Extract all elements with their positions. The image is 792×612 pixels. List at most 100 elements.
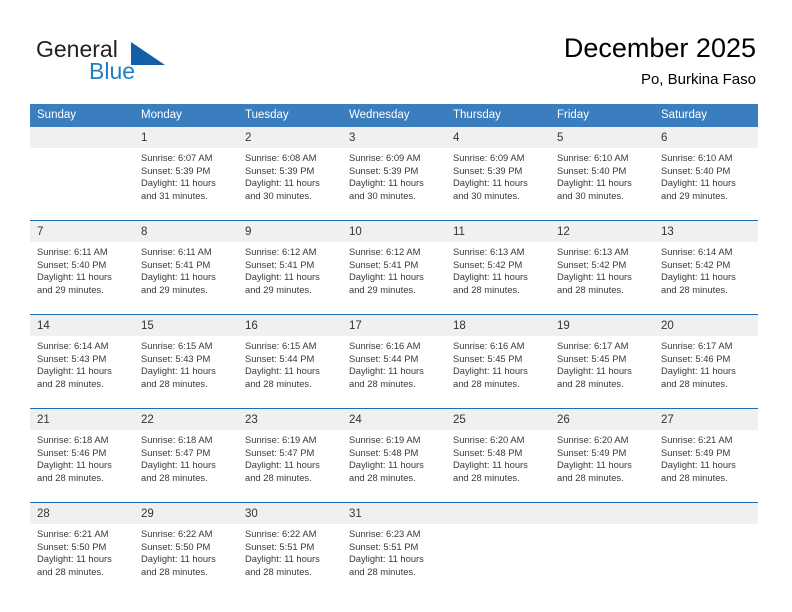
- day-cell[interactable]: Sunrise: 6:08 AM Sunset: 5:39 PM Dayligh…: [238, 148, 342, 220]
- day-cell[interactable]: Sunrise: 6:13 AM Sunset: 5:42 PM Dayligh…: [446, 242, 550, 314]
- daylight-text-line2: and 28 minutes.: [37, 377, 104, 389]
- day-cell[interactable]: Sunrise: 6:11 AM Sunset: 5:41 PM Dayligh…: [134, 242, 238, 314]
- daylight-text-line2: and 28 minutes.: [661, 471, 728, 483]
- day-cell[interactable]: Sunrise: 6:12 AM Sunset: 5:41 PM Dayligh…: [238, 242, 342, 314]
- day-cell[interactable]: Sunrise: 6:09 AM Sunset: 5:39 PM Dayligh…: [342, 148, 446, 220]
- day-number[interactable]: 17: [342, 315, 446, 336]
- daylight-text-line2: and 29 minutes.: [661, 189, 728, 201]
- day-cell[interactable]: Sunrise: 6:09 AM Sunset: 5:39 PM Dayligh…: [446, 148, 550, 220]
- general-blue-logo[interactable]: General Blue: [36, 36, 216, 86]
- sunrise-text: Sunrise: 6:23 AM: [349, 528, 421, 539]
- sunset-text: Sunset: 5:47 PM: [141, 446, 211, 458]
- day-number[interactable]: [30, 127, 134, 148]
- day-cell[interactable]: Sunrise: 6:16 AM Sunset: 5:44 PM Dayligh…: [342, 336, 446, 408]
- day-number[interactable]: 8: [134, 221, 238, 242]
- day-number[interactable]: 9: [238, 221, 342, 242]
- sunset-text: Sunset: 5:44 PM: [245, 352, 315, 364]
- day-cell[interactable]: Sunrise: 6:11 AM Sunset: 5:40 PM Dayligh…: [30, 242, 134, 314]
- day-number[interactable]: 5: [550, 127, 654, 148]
- day-number[interactable]: 26: [550, 409, 654, 430]
- day-cell[interactable]: [30, 148, 134, 220]
- sunset-text: Sunset: 5:42 PM: [661, 258, 731, 270]
- day-number[interactable]: 21: [30, 409, 134, 430]
- day-number[interactable]: 16: [238, 315, 342, 336]
- day-number[interactable]: 12: [550, 221, 654, 242]
- day-cell[interactable]: Sunrise: 6:20 AM Sunset: 5:49 PM Dayligh…: [550, 430, 654, 502]
- day-number[interactable]: 2: [238, 127, 342, 148]
- day-number[interactable]: 23: [238, 409, 342, 430]
- day-cell[interactable]: Sunrise: 6:22 AM Sunset: 5:51 PM Dayligh…: [238, 524, 342, 596]
- daylight-text-line2: and 28 minutes.: [453, 283, 520, 295]
- day-number[interactable]: 4: [446, 127, 550, 148]
- day-number[interactable]: 18: [446, 315, 550, 336]
- day-cell[interactable]: Sunrise: 6:10 AM Sunset: 5:40 PM Dayligh…: [550, 148, 654, 220]
- daylight-text-line1: Daylight: 11 hours: [349, 553, 424, 565]
- day-number[interactable]: 15: [134, 315, 238, 336]
- day-header-sunday: Sunday: [30, 104, 134, 127]
- day-cell[interactable]: Sunrise: 6:14 AM Sunset: 5:42 PM Dayligh…: [654, 242, 758, 314]
- week-row-details: Sunrise: 6:07 AM Sunset: 5:39 PM Dayligh…: [30, 148, 758, 220]
- sunrise-text: Sunrise: 6:11 AM: [37, 246, 108, 257]
- day-cell[interactable]: Sunrise: 6:17 AM Sunset: 5:46 PM Dayligh…: [654, 336, 758, 408]
- day-cell[interactable]: Sunrise: 6:20 AM Sunset: 5:48 PM Dayligh…: [446, 430, 550, 502]
- day-number[interactable]: 31: [342, 503, 446, 524]
- day-number[interactable]: 13: [654, 221, 758, 242]
- day-cell[interactable]: Sunrise: 6:22 AM Sunset: 5:50 PM Dayligh…: [134, 524, 238, 596]
- day-cell[interactable]: Sunrise: 6:21 AM Sunset: 5:50 PM Dayligh…: [30, 524, 134, 596]
- page-title: December 2025: [563, 33, 756, 63]
- day-cell[interactable]: Sunrise: 6:12 AM Sunset: 5:41 PM Dayligh…: [342, 242, 446, 314]
- sunrise-text: Sunrise: 6:17 AM: [557, 340, 629, 351]
- day-number[interactable]: 10: [342, 221, 446, 242]
- day-number[interactable]: [654, 503, 758, 524]
- sunrise-text: Sunrise: 6:15 AM: [245, 340, 317, 351]
- sunset-text: Sunset: 5:51 PM: [245, 540, 315, 552]
- day-number[interactable]: 7: [30, 221, 134, 242]
- day-cell[interactable]: [654, 524, 758, 596]
- day-cell[interactable]: Sunrise: 6:18 AM Sunset: 5:47 PM Dayligh…: [134, 430, 238, 502]
- day-cell[interactable]: Sunrise: 6:07 AM Sunset: 5:39 PM Dayligh…: [134, 148, 238, 220]
- day-number[interactable]: 20: [654, 315, 758, 336]
- daylight-text-line1: Daylight: 11 hours: [661, 365, 736, 377]
- day-number[interactable]: 25: [446, 409, 550, 430]
- week-row-daynumbers: 7 8 9 10 11 12 13: [30, 221, 758, 242]
- daylight-text-line1: Daylight: 11 hours: [141, 553, 216, 565]
- daylight-text-line1: Daylight: 11 hours: [661, 459, 736, 471]
- day-number[interactable]: 28: [30, 503, 134, 524]
- day-cell[interactable]: Sunrise: 6:13 AM Sunset: 5:42 PM Dayligh…: [550, 242, 654, 314]
- day-number[interactable]: [446, 503, 550, 524]
- sunset-text: Sunset: 5:42 PM: [453, 258, 523, 270]
- day-cell[interactable]: Sunrise: 6:10 AM Sunset: 5:40 PM Dayligh…: [654, 148, 758, 220]
- day-number[interactable]: [550, 503, 654, 524]
- sunset-text: Sunset: 5:45 PM: [557, 352, 627, 364]
- day-number[interactable]: 1: [134, 127, 238, 148]
- daylight-text-line2: and 31 minutes.: [141, 189, 208, 201]
- day-cell[interactable]: [446, 524, 550, 596]
- sunset-text: Sunset: 5:41 PM: [141, 258, 211, 270]
- day-number[interactable]: 6: [654, 127, 758, 148]
- day-cell[interactable]: Sunrise: 6:15 AM Sunset: 5:44 PM Dayligh…: [238, 336, 342, 408]
- day-cell[interactable]: Sunrise: 6:18 AM Sunset: 5:46 PM Dayligh…: [30, 430, 134, 502]
- day-number[interactable]: 27: [654, 409, 758, 430]
- daylight-text-line1: Daylight: 11 hours: [661, 271, 736, 283]
- day-cell[interactable]: Sunrise: 6:15 AM Sunset: 5:43 PM Dayligh…: [134, 336, 238, 408]
- day-cell[interactable]: Sunrise: 6:19 AM Sunset: 5:48 PM Dayligh…: [342, 430, 446, 502]
- day-number[interactable]: 29: [134, 503, 238, 524]
- day-number[interactable]: 30: [238, 503, 342, 524]
- day-cell[interactable]: [550, 524, 654, 596]
- day-cell[interactable]: Sunrise: 6:19 AM Sunset: 5:47 PM Dayligh…: [238, 430, 342, 502]
- day-number[interactable]: 22: [134, 409, 238, 430]
- day-cell[interactable]: Sunrise: 6:17 AM Sunset: 5:45 PM Dayligh…: [550, 336, 654, 408]
- day-number[interactable]: 14: [30, 315, 134, 336]
- day-cell[interactable]: Sunrise: 6:21 AM Sunset: 5:49 PM Dayligh…: [654, 430, 758, 502]
- day-cell[interactable]: Sunrise: 6:16 AM Sunset: 5:45 PM Dayligh…: [446, 336, 550, 408]
- daylight-text-line1: Daylight: 11 hours: [37, 459, 112, 471]
- sunrise-text: Sunrise: 6:13 AM: [557, 246, 629, 257]
- day-cell[interactable]: Sunrise: 6:23 AM Sunset: 5:51 PM Dayligh…: [342, 524, 446, 596]
- day-number[interactable]: 24: [342, 409, 446, 430]
- day-number[interactable]: 19: [550, 315, 654, 336]
- sunset-text: Sunset: 5:48 PM: [349, 446, 419, 458]
- day-cell[interactable]: Sunrise: 6:14 AM Sunset: 5:43 PM Dayligh…: [30, 336, 134, 408]
- day-number[interactable]: 3: [342, 127, 446, 148]
- day-number[interactable]: 11: [446, 221, 550, 242]
- sunset-text: Sunset: 5:48 PM: [453, 446, 523, 458]
